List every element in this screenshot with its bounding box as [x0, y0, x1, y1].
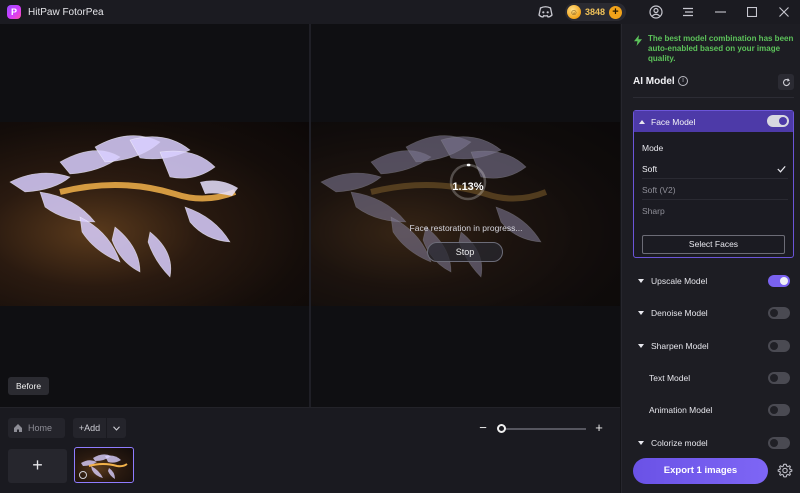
sharpen-toggle[interactable]: [768, 340, 790, 352]
text-model-toggle[interactable]: [768, 372, 790, 384]
zoom-slider-track[interactable]: [498, 428, 586, 430]
processing-status-icon: [79, 471, 87, 479]
check-icon: [777, 166, 786, 173]
minimize-icon[interactable]: [704, 0, 736, 24]
reset-button[interactable]: [778, 74, 794, 90]
model-row-upscale[interactable]: Upscale Model: [633, 271, 794, 291]
title-bar: P HitPaw FotorPea ☺ 3848 +: [0, 0, 800, 24]
progress-caption: Face restoration in progress...: [409, 223, 523, 233]
section-divider: [633, 97, 794, 98]
after-image: [311, 122, 620, 306]
mode-label: Mode: [642, 143, 664, 153]
coin-count: 3848: [584, 7, 605, 17]
animation-model-toggle[interactable]: [768, 404, 790, 416]
notice-text: The best model combination has been auto…: [648, 34, 794, 63]
settings-button[interactable]: [776, 462, 794, 480]
caret-down-icon: [638, 441, 644, 445]
colorize-toggle[interactable]: [768, 437, 790, 449]
before-pane[interactable]: Before: [0, 24, 309, 407]
buy-coins-button[interactable]: +: [609, 5, 622, 19]
auto-enable-notice: The best model combination has been auto…: [634, 34, 796, 64]
before-image: [0, 122, 309, 306]
zoom-out-button[interactable]: −: [478, 421, 488, 434]
account-icon[interactable]: [640, 0, 672, 24]
denoise-toggle[interactable]: [768, 307, 790, 319]
gear-icon: [777, 463, 793, 478]
menu-icon[interactable]: [672, 0, 704, 24]
settings-panel: The best model combination has been auto…: [621, 24, 800, 493]
refresh-icon: [782, 77, 790, 86]
chevron-down-icon: [113, 425, 120, 431]
bottom-toolbar: Home +Add − + +: [0, 407, 620, 493]
app-logo-icon: P: [7, 5, 21, 19]
before-badge: Before: [8, 377, 50, 395]
mode-option-soft-v2[interactable]: Soft (V2): [642, 180, 788, 200]
stop-button[interactable]: Stop: [427, 242, 503, 262]
model-row-text[interactable]: Text Model: [633, 368, 794, 388]
caret-up-icon: [639, 119, 645, 124]
export-button[interactable]: Export 1 images: [633, 458, 768, 484]
lightning-icon: [634, 35, 642, 46]
zoom-slider-handle[interactable]: [497, 424, 506, 433]
progress-percent: 1.13%: [452, 181, 484, 193]
face-model-header[interactable]: Face Model: [634, 111, 793, 132]
coin-icon: ☺: [566, 5, 581, 19]
add-image-tile[interactable]: +: [8, 449, 67, 483]
model-row-denoise[interactable]: Denoise Model: [633, 303, 794, 323]
zoom-in-button[interactable]: +: [593, 421, 605, 434]
home-icon: [14, 424, 22, 432]
caret-down-icon: [638, 344, 644, 348]
add-dropdown-button[interactable]: [107, 418, 126, 438]
face-model-card: Face Model Mode Soft Soft (V2) Sharp Sel…: [633, 110, 794, 258]
processing-overlay: [311, 122, 620, 306]
add-button[interactable]: +Add: [73, 418, 106, 438]
info-icon[interactable]: i: [678, 76, 688, 86]
discord-icon[interactable]: [537, 3, 555, 21]
maximize-icon[interactable]: [736, 0, 768, 24]
ai-model-heading: AI Model: [633, 76, 675, 87]
model-row-colorize[interactable]: Colorize model: [633, 433, 794, 453]
coin-balance[interactable]: ☺ 3848 +: [564, 3, 626, 21]
select-faces-button[interactable]: Select Faces: [642, 235, 785, 254]
model-row-sharpen[interactable]: Sharpen Model: [633, 336, 794, 356]
close-icon[interactable]: [768, 0, 800, 24]
app-title: HitPaw FotorPea: [28, 6, 104, 18]
after-pane: 1.13% Face restoration in progress... St…: [311, 24, 620, 407]
home-button[interactable]: Home: [8, 418, 65, 438]
face-model-toggle[interactable]: [767, 115, 789, 127]
mode-option-soft[interactable]: Soft: [642, 159, 788, 179]
mode-option-sharp[interactable]: Sharp: [642, 201, 788, 221]
model-row-animation[interactable]: Animation Model: [633, 400, 794, 420]
caret-down-icon: [638, 279, 644, 283]
face-model-label: Face Model: [651, 116, 696, 127]
home-label: Home: [28, 423, 53, 433]
caret-down-icon: [638, 311, 644, 315]
upscale-toggle[interactable]: [768, 275, 790, 287]
preview-canvas: Before 1.13% Face restoration in progres…: [0, 24, 620, 407]
image-thumbnail[interactable]: [74, 447, 134, 483]
